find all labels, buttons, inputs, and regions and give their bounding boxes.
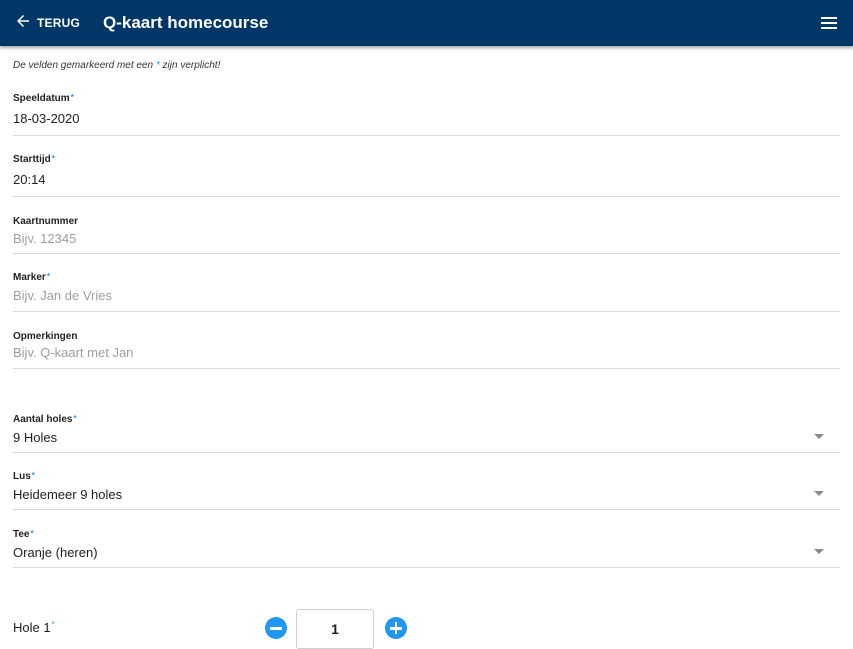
menu-button[interactable]	[819, 14, 839, 32]
hole-label: Hole 1*	[13, 620, 55, 635]
starttijd-field[interactable]: Starttijd* 20:14	[13, 154, 840, 197]
opmerkingen-field[interactable]: Opmerkingen	[13, 331, 840, 369]
arrow-left-icon	[14, 12, 32, 35]
kaartnummer-label: Kaartnummer	[13, 216, 79, 227]
kaartnummer-field[interactable]: Kaartnummer	[13, 216, 840, 254]
speeldatum-label: Speeldatum*	[13, 93, 74, 104]
hamburger-menu-icon	[819, 17, 839, 36]
aantal-holes-value: 9 Holes	[13, 430, 58, 445]
lus-value: Heidemeer 9 holes	[13, 487, 123, 502]
kaartnummer-input[interactable]	[13, 231, 793, 246]
decrement-button[interactable]	[265, 617, 287, 639]
starttijd-label: Starttijd*	[13, 154, 55, 165]
marker-label: Marker*	[13, 272, 50, 283]
required-fields-note: De velden gemarkeerd met een * zijn verp…	[13, 60, 221, 71]
back-button[interactable]: TERUG	[14, 12, 80, 34]
opmerkingen-input[interactable]	[13, 345, 793, 360]
increment-button[interactable]	[385, 617, 407, 639]
marker-input[interactable]	[13, 288, 793, 303]
hole-score-input[interactable]: 1	[296, 609, 374, 649]
lus-label: Lus*	[13, 471, 35, 482]
lus-select[interactable]: Lus* Heidemeer 9 holes	[13, 471, 840, 510]
dropdown-arrow-icon	[814, 434, 824, 439]
aantal-holes-label: Aantal holes*	[13, 414, 77, 425]
page-title: Q-kaart homecourse	[103, 13, 269, 32]
starttijd-value[interactable]: 20:14	[13, 172, 46, 187]
dropdown-arrow-icon	[814, 549, 824, 554]
speeldatum-value[interactable]: 18-03-2020	[13, 111, 80, 126]
tee-select[interactable]: Tee* Oranje (heren)	[13, 529, 840, 568]
tee-label: Tee*	[13, 529, 34, 540]
dropdown-arrow-icon	[814, 491, 824, 496]
app-bar: TERUG Q-kaart homecourse	[0, 0, 853, 46]
marker-field[interactable]: Marker*	[13, 272, 840, 312]
aantal-holes-select[interactable]: Aantal holes* 9 Holes	[13, 414, 840, 453]
opmerkingen-label: Opmerkingen	[13, 331, 78, 342]
tee-value: Oranje (heren)	[13, 545, 98, 560]
back-button-label: TERUG	[37, 16, 80, 30]
speeldatum-field[interactable]: Speeldatum* 18-03-2020	[13, 93, 840, 136]
